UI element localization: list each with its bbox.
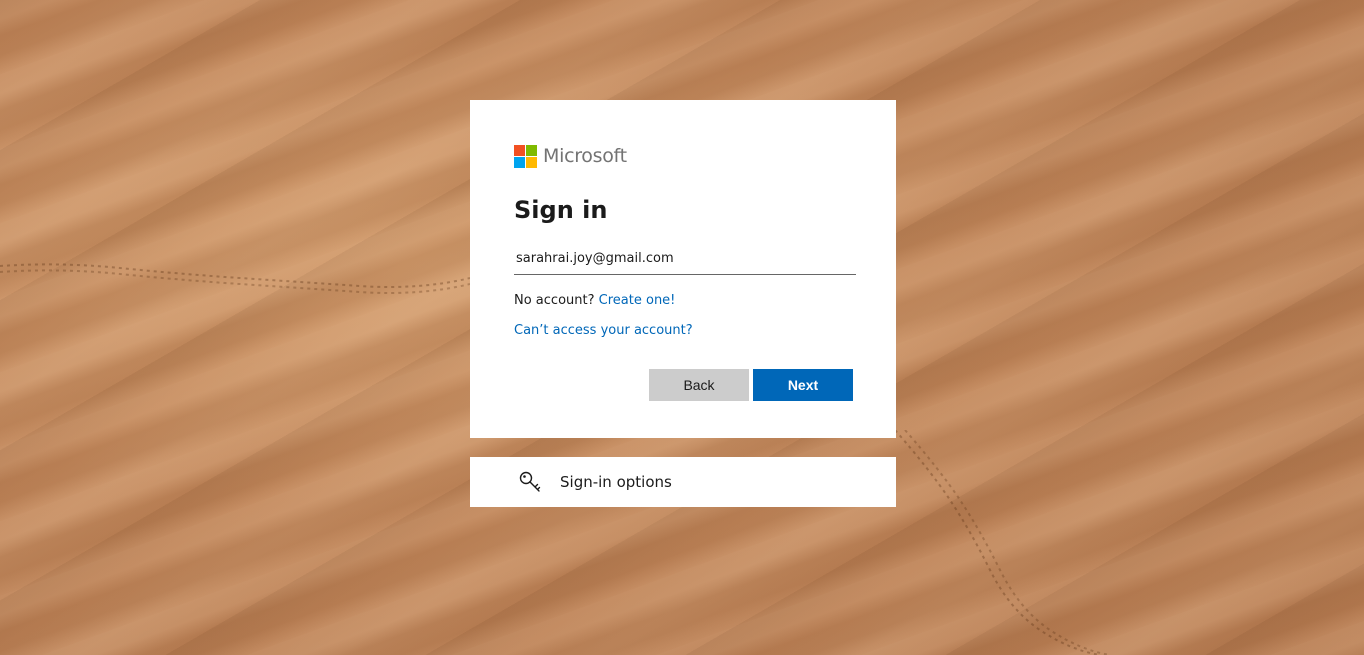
key-icon <box>518 470 542 494</box>
create-account-link[interactable]: Create one! <box>599 293 676 308</box>
sand-track-decoration-2 <box>894 430 1110 655</box>
microsoft-logo: Microsoft <box>514 144 852 168</box>
microsoft-logo-icon <box>514 144 537 168</box>
signin-options-label: Sign-in options <box>560 473 672 491</box>
logo-square-blue <box>514 156 525 168</box>
button-row: Back Next <box>649 369 853 401</box>
logo-square-yellow <box>526 156 537 168</box>
logo-square-red <box>514 144 525 156</box>
signin-card: Microsoft Sign in No account? Create one… <box>470 100 896 438</box>
next-button[interactable]: Next <box>753 369 853 401</box>
no-account-row: No account? Create one! <box>514 293 852 308</box>
signin-options-button[interactable]: Sign-in options <box>470 457 896 507</box>
page-title: Sign in <box>514 196 608 224</box>
back-button[interactable]: Back <box>649 369 749 401</box>
logo-square-green <box>526 144 537 156</box>
cant-access-link[interactable]: Can’t access your account? <box>514 323 693 338</box>
email-field[interactable] <box>514 242 856 275</box>
cant-access-row: Can’t access your account? <box>514 323 852 338</box>
no-account-text: No account? <box>514 292 595 308</box>
logo-text: Microsoft <box>543 145 627 167</box>
sand-track-decoration <box>0 263 470 294</box>
